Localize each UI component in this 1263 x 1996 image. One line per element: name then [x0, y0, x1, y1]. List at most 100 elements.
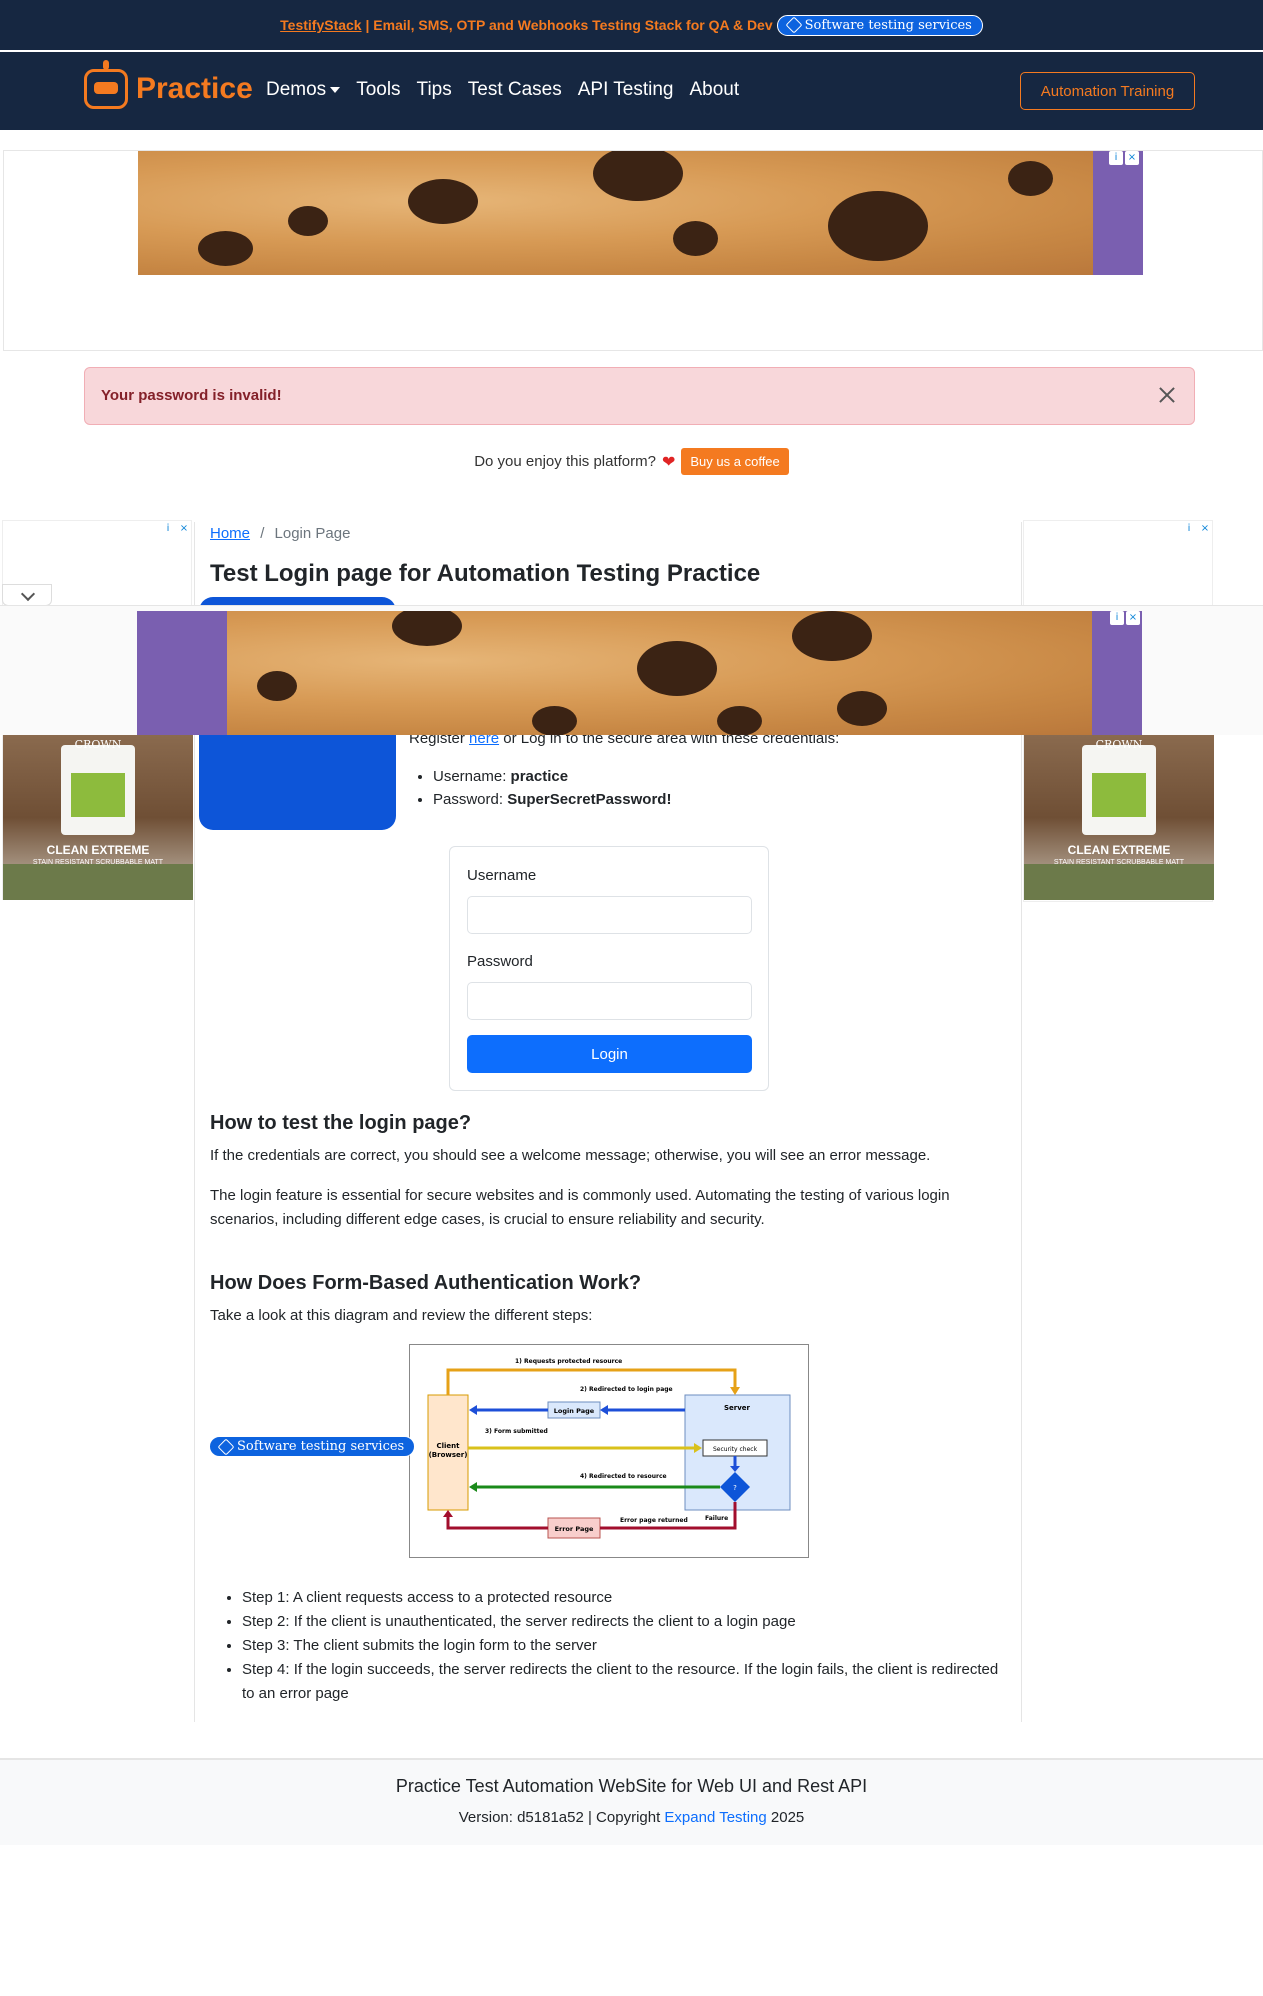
top-ad-frame: i × [3, 150, 1263, 351]
breadcrumb-separator: / [260, 525, 265, 542]
copyright-year: 2025 [766, 1809, 805, 1826]
password-value: SuperSecretPassword! [507, 791, 672, 808]
close-icon[interactable] [1154, 382, 1180, 408]
steps-list: Step 1: A client requests access to a pr… [242, 1586, 1002, 1706]
nav-demos-label: Demos [266, 79, 327, 100]
decision-label: ? [733, 1484, 737, 1492]
alert-message: Your password is invalid! [101, 387, 282, 404]
tag-icon [217, 1438, 235, 1455]
server-label: Server [724, 1404, 751, 1412]
breadcrumb: Home / Login Page [210, 525, 350, 542]
automation-training-button[interactable]: Automation Training [1020, 72, 1195, 110]
promo-text: TestifyStack | Email, SMS, OTP and Webho… [280, 17, 773, 33]
nav-about[interactable]: About [690, 79, 740, 101]
credential-password: Password: SuperSecretPassword! [433, 791, 671, 808]
how-to-paragraph-1: If the credentials are correct, you shou… [210, 1147, 931, 1164]
info-icon[interactable]: i [1182, 522, 1196, 536]
close-icon[interactable]: × [1198, 522, 1212, 536]
ad-choices[interactable]: i × [1109, 151, 1139, 165]
nav-api-testing[interactable]: API Testing [578, 79, 674, 101]
username-value: practice [510, 768, 569, 785]
collapse-ad-toggle[interactable] [2, 584, 52, 606]
password-field-label: Password [467, 953, 533, 970]
promo-bar: TestifyStack | Email, SMS, OTP and Webho… [0, 0, 1263, 50]
auth-intro: Take a look at this diagram and review t… [210, 1307, 593, 1324]
ad-caption: STAIN RESISTANT SCRUBBABLE MATT [1053, 859, 1185, 866]
error-alert: Your password is invalid! [84, 367, 1195, 425]
nav-tips[interactable]: Tips [417, 79, 452, 101]
logo-text: Practice [136, 72, 253, 105]
nav-tools[interactable]: Tools [356, 79, 400, 101]
testifystack-link[interactable]: TestifyStack [280, 17, 361, 33]
close-icon[interactable]: × [1125, 151, 1139, 165]
step3-label: 3) Form submitted [485, 1428, 548, 1435]
how-to-heading: How to test the login page? [210, 1112, 472, 1134]
list-item: Step 1: A client requests access to a pr… [242, 1586, 1002, 1610]
step4-label: 4) Redirected to resource [580, 1473, 667, 1480]
login-page-label: Login Page [554, 1407, 595, 1415]
list-item: Step 3: The client submits the login for… [242, 1634, 1002, 1658]
promo-description: | Email, SMS, OTP and Webhooks Testing S… [361, 17, 773, 33]
enjoy-text: Do you enjoy this platform? [474, 453, 656, 470]
ad-choices[interactable]: i × [1182, 522, 1212, 536]
credentials-list: Username: practice Password: SuperSecret… [433, 768, 671, 814]
navbar: Practice Demos Tools Tips Test Cases API… [0, 52, 1263, 130]
software-testing-services-pill[interactable]: Software testing services [209, 1436, 416, 1457]
error-page-label: Error Page [555, 1525, 594, 1533]
auth-heading: How Does Form-Based Authentication Work? [210, 1272, 642, 1294]
username-input[interactable] [467, 896, 752, 934]
step2-label: 2) Redirected to login page [580, 1386, 673, 1393]
credential-username: Username: practice [433, 768, 671, 785]
info-icon[interactable]: i [1110, 611, 1124, 625]
error-returned-label: Error page returned [620, 1517, 688, 1524]
breadcrumb-home[interactable]: Home [210, 525, 250, 542]
nav-links: Demos Tools Tips Test Cases API Testing … [266, 79, 739, 101]
auth-flow-diagram: Client (Browser) Server Security check L… [409, 1344, 809, 1558]
footer-title: Practice Test Automation WebSite for Web… [395, 1776, 868, 1796]
username-field-label: Username [467, 867, 537, 884]
ad-title: CLEAN EXTREME [1067, 843, 1171, 857]
list-item: Step 4: If the login succeeds, the serve… [242, 1658, 1002, 1706]
robot-logo-icon [84, 60, 128, 109]
auth-flow-svg: Client (Browser) Server Security check L… [427, 1358, 791, 1539]
support-prompt: Do you enjoy this platform? ❤ Buy us a c… [0, 448, 1263, 475]
info-icon[interactable]: i [161, 522, 175, 536]
page-title: Test Login page for Automation Testing P… [210, 560, 761, 587]
security-check-label: Security check [713, 1446, 758, 1453]
nav-demos[interactable]: Demos [266, 79, 341, 101]
step1-label: 1) Requests protected resource [515, 1358, 622, 1365]
version-text: Version: d5181a52 | Copyright [458, 1809, 665, 1826]
footer: Practice Test Automation WebSite for Web… [0, 1758, 1263, 1845]
buy-coffee-button[interactable]: Buy us a coffee [681, 448, 789, 475]
crown-paint-ad[interactable]: CROWN CLEAN EXTREME STAIN RESISTANT SCRU… [3, 735, 193, 900]
pill-label: Software testing services [237, 1439, 405, 1454]
login-button[interactable]: Login [467, 1035, 752, 1073]
ad-title: CLEAN EXTREME [46, 843, 150, 857]
footer-version: Version: d5181a52 | Copyright Expand Tes… [0, 1809, 1263, 1826]
nav-test-cases[interactable]: Test Cases [468, 79, 562, 101]
caret-down-icon [330, 86, 341, 93]
ad-choices[interactable]: i × [161, 522, 191, 536]
ad-caption: STAIN RESISTANT SCRUBBABLE MATT [32, 859, 164, 866]
failure-label: Failure [705, 1515, 728, 1522]
browser-label: (Browser) [429, 1451, 468, 1459]
password-input[interactable] [467, 982, 752, 1020]
pill-label: Software testing services [804, 17, 972, 33]
cookie-ad-image[interactable] [137, 611, 1142, 735]
software-testing-services-pill[interactable]: Software testing services [776, 14, 983, 36]
breadcrumb-current: Login Page [274, 525, 351, 542]
ad-brand: CROWN [1095, 738, 1143, 751]
close-icon[interactable]: × [1126, 611, 1140, 625]
login-form: Username Password Login [449, 846, 769, 1091]
how-to-paragraph-2: The login feature is essential for secur… [210, 1187, 950, 1228]
logo-link[interactable]: Practice [84, 60, 253, 109]
close-icon[interactable]: × [177, 522, 191, 536]
cookie-ad-image[interactable] [138, 151, 1143, 275]
password-label: Password: [433, 791, 504, 808]
ad-choices[interactable]: i × [1110, 611, 1140, 625]
crown-paint-ad[interactable]: CROWN CLEAN EXTREME STAIN RESISTANT SCRU… [1024, 735, 1214, 900]
ad-brand: CROWN [74, 738, 122, 751]
expand-testing-link[interactable]: Expand Testing [664, 1809, 766, 1826]
username-label: Username: [433, 768, 507, 785]
info-icon[interactable]: i [1109, 151, 1123, 165]
